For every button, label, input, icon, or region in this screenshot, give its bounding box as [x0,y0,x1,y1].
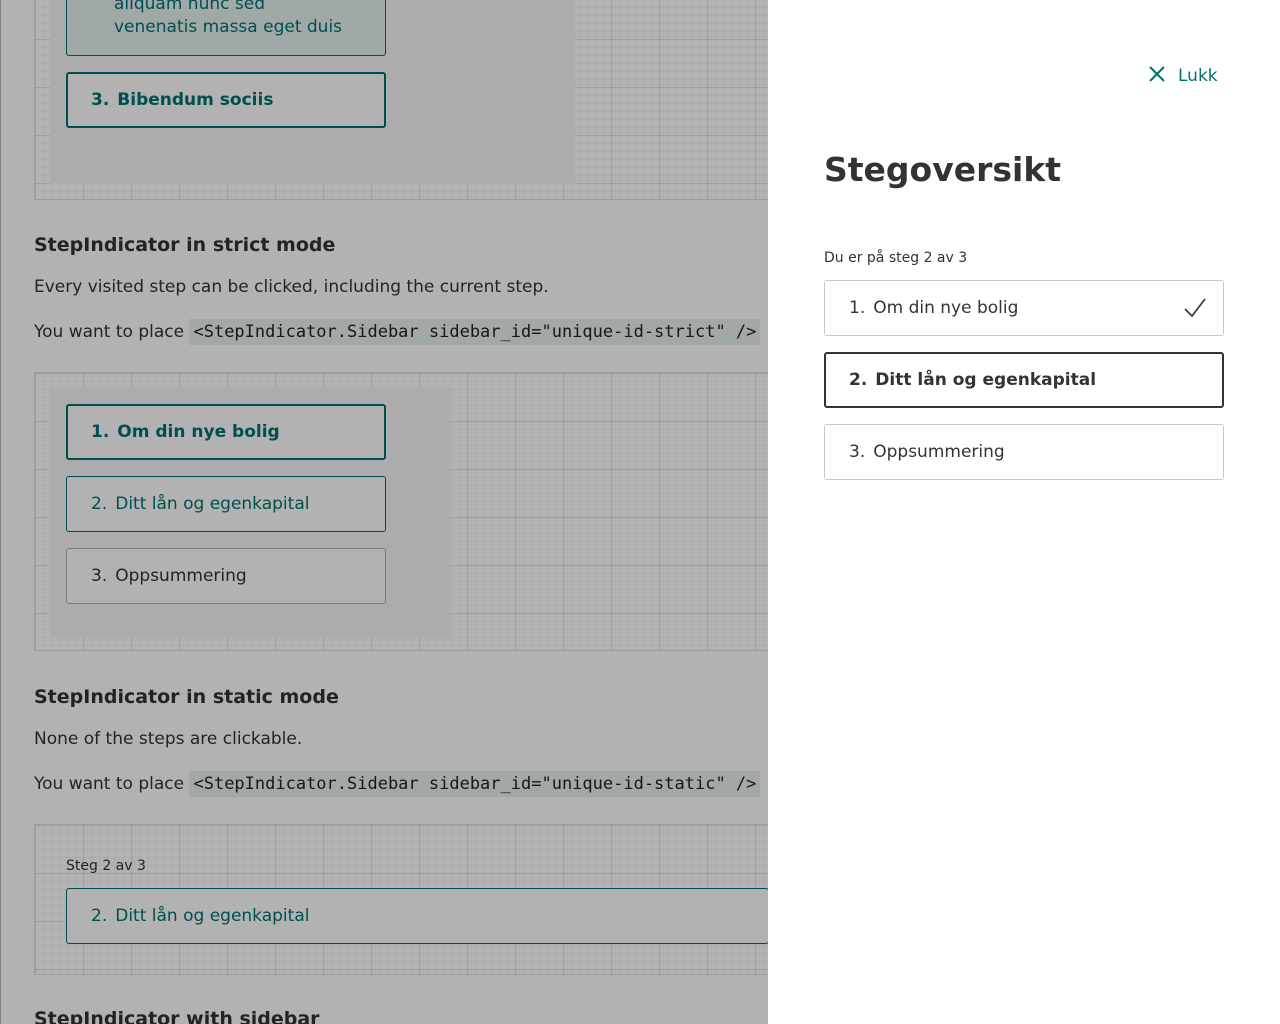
step-label: Ditt lån og egenkapital [875,370,1097,390]
drawer-title: Stegoversikt [824,150,1062,189]
checkmark-icon [1183,297,1207,324]
modal-backdrop[interactable] [0,0,768,1024]
drawer-step-1[interactable]: 1. Om din nye bolig [824,280,1224,336]
drawer-step-3[interactable]: 3. Oppsummering [824,424,1224,480]
step-number: 1. [849,298,866,318]
step-overview-drawer: Lukk Stegoversikt Du er på steg 2 av 3 1… [768,0,1280,1024]
step-number: 2. [849,370,868,390]
drawer-step-2[interactable]: 2. Ditt lån og egenkapital [824,352,1224,408]
step-number: 3. [849,442,866,462]
close-icon [1148,65,1166,88]
close-label: Lukk [1178,66,1218,86]
close-button[interactable]: Lukk [1148,62,1218,90]
drawer-progress-label: Du er på steg 2 av 3 [824,250,968,266]
step-label: Oppsummering [873,442,1005,462]
step-label: Om din nye bolig [873,298,1019,318]
